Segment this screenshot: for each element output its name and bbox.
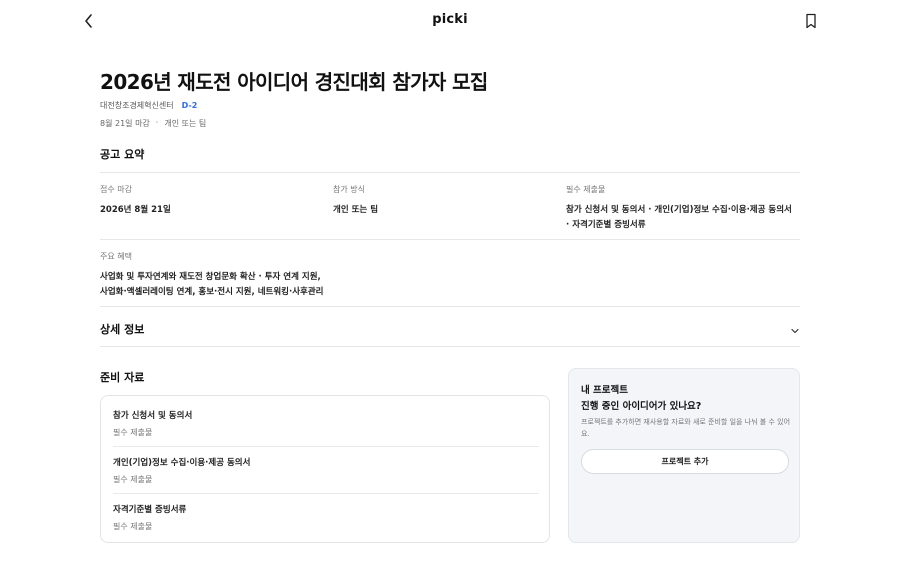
deadline-text: 8월 21일 마감: [100, 119, 150, 128]
detail-expand-button[interactable]: [789, 322, 801, 334]
list-item[interactable]: 자격기준별 증빙서류 필수 제출물: [113, 503, 539, 532]
app-logo[interactable]: picki: [0, 12, 900, 27]
summary-benefits: 주요 혜택 사업화 및 투자연계와 재도전 창업문화 확산 · 투자 연계 지원…: [100, 251, 700, 300]
summary-row-divider: [100, 239, 800, 240]
detail-divider: [100, 346, 800, 347]
list-item[interactable]: 참가 신청서 및 동의서 필수 제출물: [113, 409, 539, 438]
detail-toggle[interactable]: [100, 312, 800, 344]
materials-list: 참가 신청서 및 동의서 필수 제출물 개인(기업)정보 수집·이용·제공 동의…: [100, 395, 550, 543]
dday-badge: D-2: [181, 101, 198, 110]
project-card-title: 내 프로젝트: [581, 385, 629, 396]
material-type: 필수 제출물: [113, 522, 153, 531]
summary-value: 2026년 8월 21일: [100, 205, 171, 215]
summary-value: 개인 또는 팀: [333, 205, 379, 215]
meta-row: 8월 21일 마감 · 개인 또는 팀: [100, 118, 206, 129]
project-card-subtitle: 진행 중인 아이디어가 있나요?: [581, 401, 702, 412]
material-type: 필수 제출물: [113, 475, 153, 484]
bookmark-button[interactable]: [803, 12, 819, 30]
page-title: 2026년 재도전 아이디어 경진대회 참가자 모집: [100, 70, 488, 94]
organizer-row: 대전창조경제혁신센터 D-2: [100, 100, 197, 111]
summary-participation: 참가 방식 개인 또는 팀: [333, 184, 553, 218]
summary-heading: 공고 요약: [100, 148, 145, 161]
summary-label: 필수 제출물: [566, 185, 606, 194]
benefits-line: 사업화 및 투자연계와 재도전 창업문화 확산 · 투자 연계 지원,: [100, 272, 321, 282]
material-name: 자격기준별 증빙서류: [113, 505, 187, 515]
list-item[interactable]: 개인(기업)정보 수집·이용·제공 동의서 필수 제출물: [113, 456, 539, 485]
add-project-button[interactable]: 프로젝트 추가: [581, 449, 789, 474]
benefits-label: 주요 혜택: [100, 252, 132, 261]
my-project-card: 내 프로젝트 진행 중인 아이디어가 있나요? 프로젝트를 추가하면 재사용할 …: [568, 368, 800, 543]
organizer-name: 대전창조경제혁신센터: [100, 101, 174, 110]
benefits-line: 사업화·액셀러레이팅 연계, 홍보·전시 지원, 네트워킹·사후관리: [100, 287, 324, 297]
material-name: 개인(기업)정보 수집·이용·제공 동의서: [113, 458, 251, 468]
summary-label: 참가 방식: [333, 185, 365, 194]
benefits-divider: [100, 306, 800, 307]
material-name: 참가 신청서 및 동의서: [113, 411, 193, 421]
summary-value-line: · 자격기준별 증빙서류: [566, 220, 646, 230]
summary-required-docs: 필수 제출물 참가 신청서 및 동의서 · 개인(기업)정보 수집·이용·제공 …: [566, 184, 800, 233]
participation-text: 개인 또는 팀: [164, 119, 207, 128]
project-card-description: 프로젝트를 추가하면 재사용할 자료와 새로 준비할 일을 나눠 볼 수 있어요…: [581, 418, 791, 438]
list-divider: [113, 493, 539, 494]
materials-heading: 준비 자료: [100, 371, 145, 384]
detail-heading: 상세 정보: [100, 323, 145, 336]
chevron-down-icon: [791, 328, 799, 334]
summary-divider: [100, 172, 800, 173]
meta-separator: ·: [155, 118, 159, 127]
summary-value-line: 참가 신청서 및 동의서 · 개인(기업)정보 수집·이용·제공 동의서: [566, 205, 792, 215]
material-type: 필수 제출물: [113, 428, 153, 437]
summary-deadline: 접수 마감 2026년 8월 21일: [100, 184, 320, 218]
top-bar: picki: [0, 0, 900, 42]
summary-label: 접수 마감: [100, 185, 132, 194]
list-divider: [113, 446, 539, 447]
bookmark-icon: [806, 13, 816, 29]
